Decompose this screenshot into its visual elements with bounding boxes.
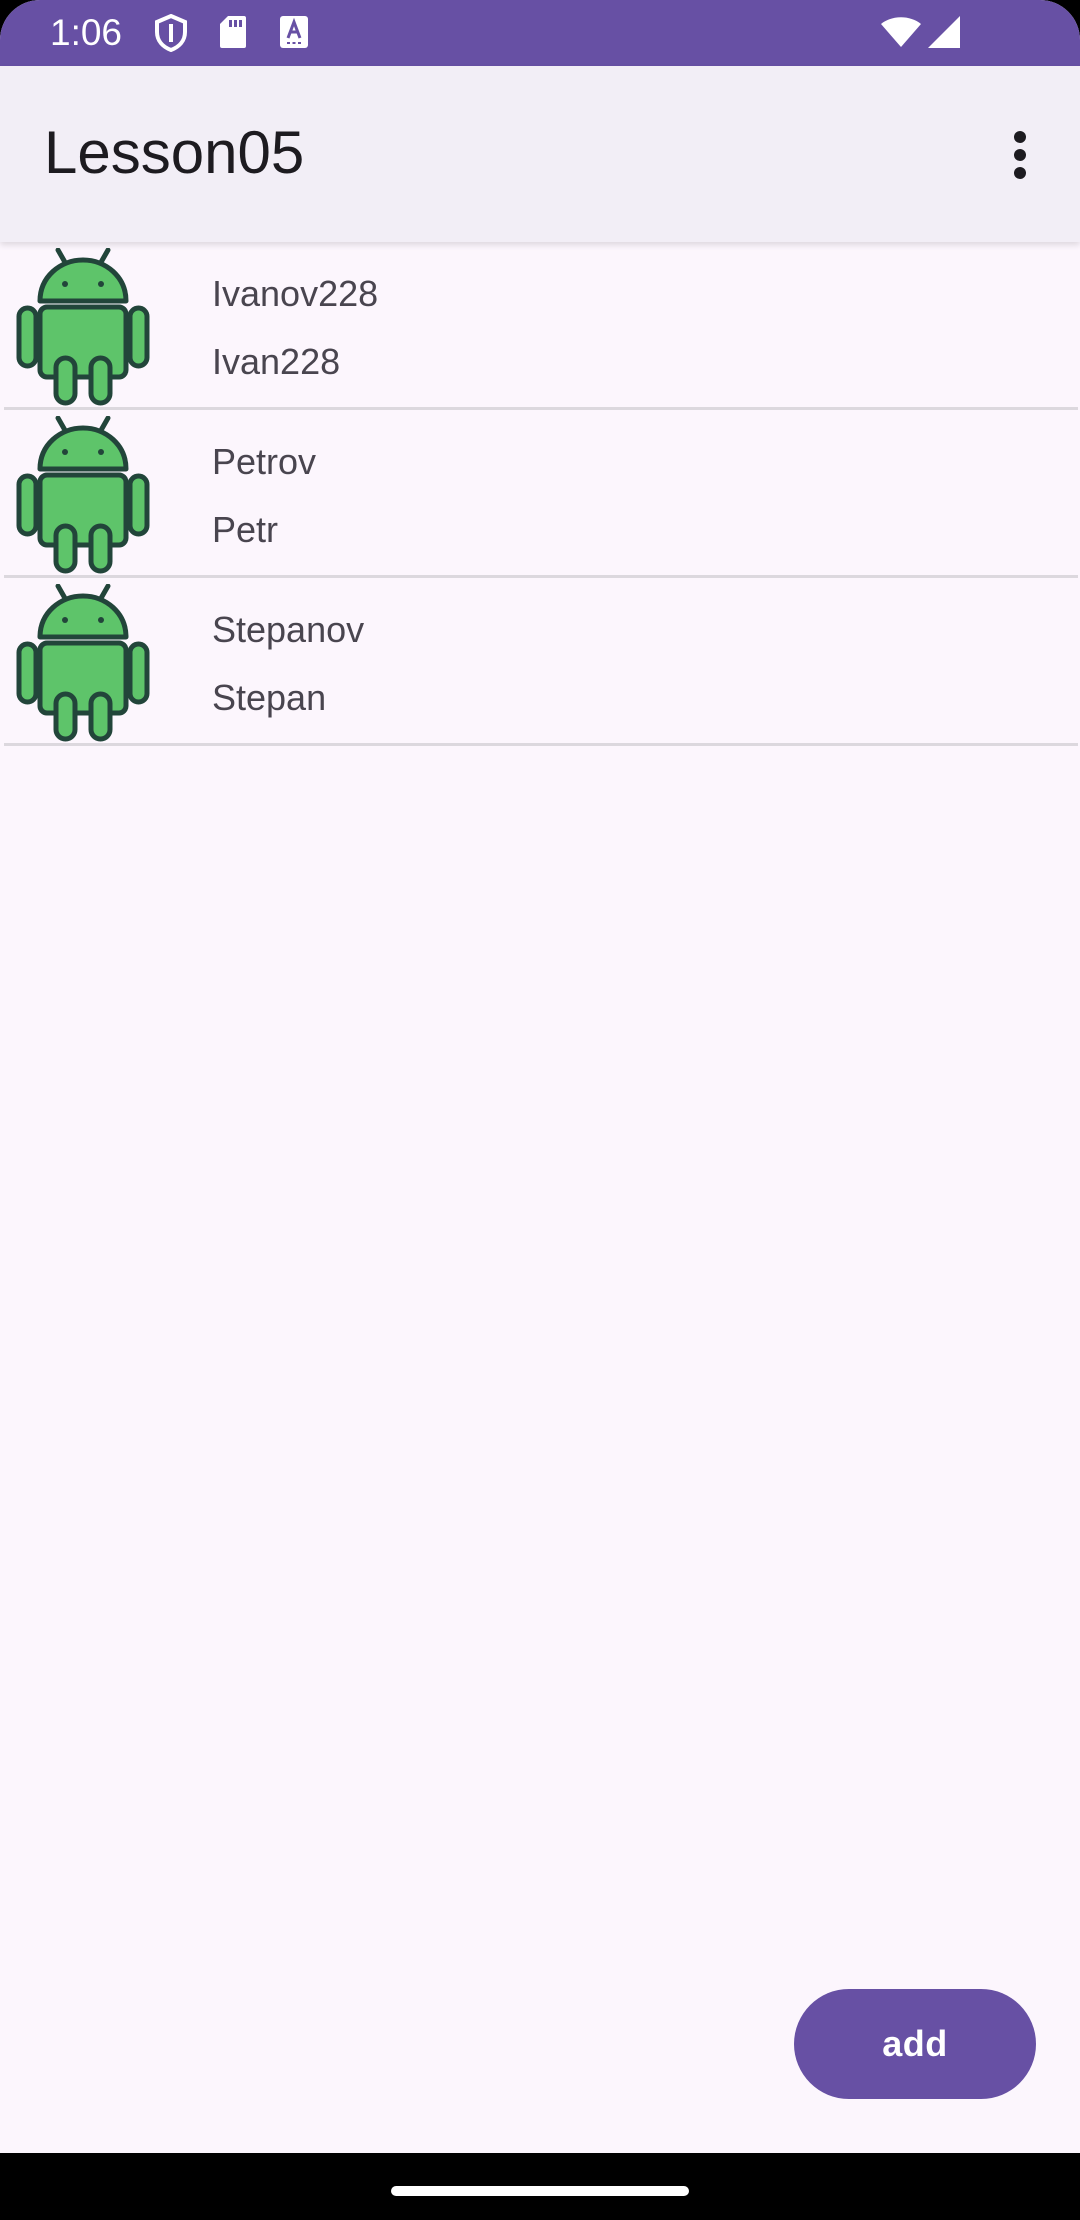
overflow-menu-button[interactable]: [990, 122, 1050, 188]
android-icon: [16, 416, 150, 574]
last-name-label: Stepanov: [212, 609, 365, 650]
first-name-label: Stepan: [212, 677, 327, 718]
app-title: Lesson05: [44, 119, 305, 186]
shield-icon: [155, 14, 187, 52]
list-item[interactable]: Petrov Petr: [0, 410, 1080, 578]
first-name-label: Petr: [212, 509, 279, 550]
cellular-signal-icon: [928, 16, 960, 48]
status-bar: 1:06: [0, 0, 1080, 66]
navigation-bar: [0, 2153, 1080, 2220]
last-name-label: Ivanov228: [212, 273, 379, 314]
first-name-label: Ivan228: [212, 341, 341, 382]
android-icon: [16, 248, 150, 406]
status-time: 1:06: [50, 12, 123, 53]
person-list: Ivanov228 Ivan228 Petrov Petr Stepanov S…: [0, 242, 1080, 746]
more-vert-icon: [1014, 131, 1026, 179]
divider: [4, 743, 1078, 746]
app-screen: 1:06 Lesson05 Ivanov228 Ivan228 Petrov P…: [0, 0, 1080, 2220]
keyboard-a-icon: [280, 16, 308, 48]
home-gesture-handle[interactable]: [391, 2186, 689, 2196]
android-icon: [16, 584, 150, 742]
sd-card-icon: [220, 16, 246, 48]
wifi-icon: [881, 17, 921, 47]
list-item[interactable]: Stepanov Stepan: [0, 578, 1080, 746]
list-item[interactable]: Ivanov228 Ivan228: [0, 242, 1080, 410]
app-bar: Lesson05: [0, 66, 1080, 242]
add-button[interactable]: add: [794, 1989, 1036, 2099]
last-name-label: Petrov: [212, 441, 317, 482]
